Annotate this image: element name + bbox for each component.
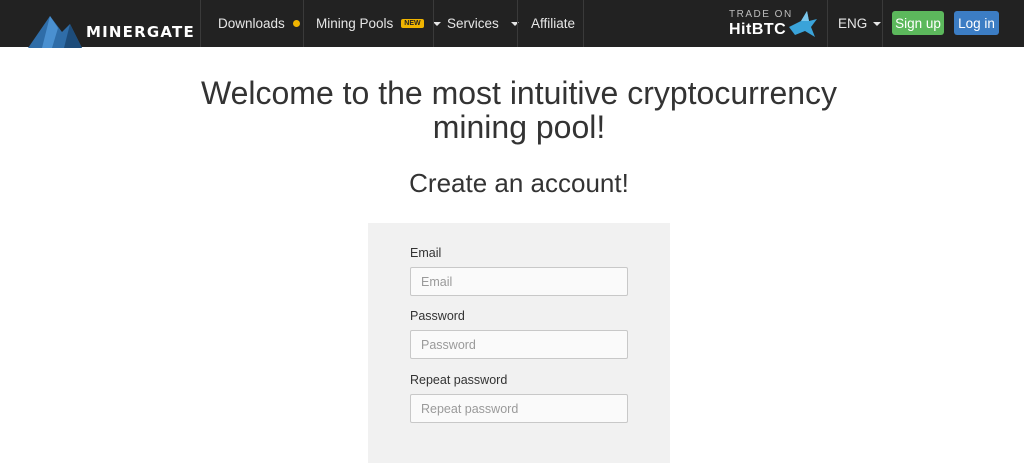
password-label: Password xyxy=(410,309,465,323)
nav-separator xyxy=(882,0,883,47)
nav-mining-pools-label: Mining Pools xyxy=(316,16,394,31)
signup-form: Email Password Repeat password xyxy=(368,223,670,463)
nav-services[interactable]: Services xyxy=(447,0,519,47)
password-field[interactable] xyxy=(410,330,628,359)
signup-button[interactable]: Sign up xyxy=(892,11,944,35)
language-selector[interactable]: ENG xyxy=(838,0,882,47)
login-button[interactable]: Log in xyxy=(954,11,999,35)
page-title-line2: mining pool! xyxy=(432,109,606,145)
promo-brand-text: HitBTC xyxy=(729,21,787,38)
hitbtc-promo[interactable]: TRADE ON HitBTC xyxy=(727,6,819,42)
logo-text: MINERGATE xyxy=(86,23,195,41)
nav-separator xyxy=(303,0,304,47)
nav-mining-pools[interactable]: Mining Pools NEW xyxy=(316,0,441,47)
notification-dot-icon xyxy=(292,20,300,27)
new-badge: NEW xyxy=(401,19,424,28)
page-title-line1: Welcome to the most intuitive cryptocurr… xyxy=(200,75,838,111)
nav-services-label: Services xyxy=(447,16,499,31)
nav-separator xyxy=(827,0,828,47)
nav-affiliate[interactable]: Affiliate xyxy=(531,0,575,47)
nav-separator xyxy=(583,0,584,47)
nav-separator xyxy=(433,0,434,47)
nav-affiliate-label: Affiliate xyxy=(531,16,576,31)
email-label: Email xyxy=(410,246,442,260)
top-navbar: MINERGATE Downloads Mining Pools NEW Ser… xyxy=(0,0,1024,48)
nav-downloads[interactable]: Downloads xyxy=(218,0,300,47)
email-field[interactable] xyxy=(410,267,628,296)
shark-icon xyxy=(789,11,817,37)
promo-small-text: TRADE ON xyxy=(729,9,793,20)
nav-separator xyxy=(517,0,518,47)
minergate-logo[interactable]: MINERGATE xyxy=(28,12,194,48)
page-title: Welcome to the most intuitive cryptocurr… xyxy=(0,76,1024,144)
chevron-down-icon xyxy=(873,21,882,26)
repeat-password-field[interactable] xyxy=(410,394,628,423)
page-subtitle: Create an account! xyxy=(409,168,629,198)
nav-downloads-label: Downloads xyxy=(218,16,285,31)
language-label: ENG xyxy=(838,16,868,31)
nav-separator xyxy=(200,0,201,47)
repeat-password-label: Repeat password xyxy=(410,373,508,387)
mountain-logo-icon xyxy=(28,16,82,48)
